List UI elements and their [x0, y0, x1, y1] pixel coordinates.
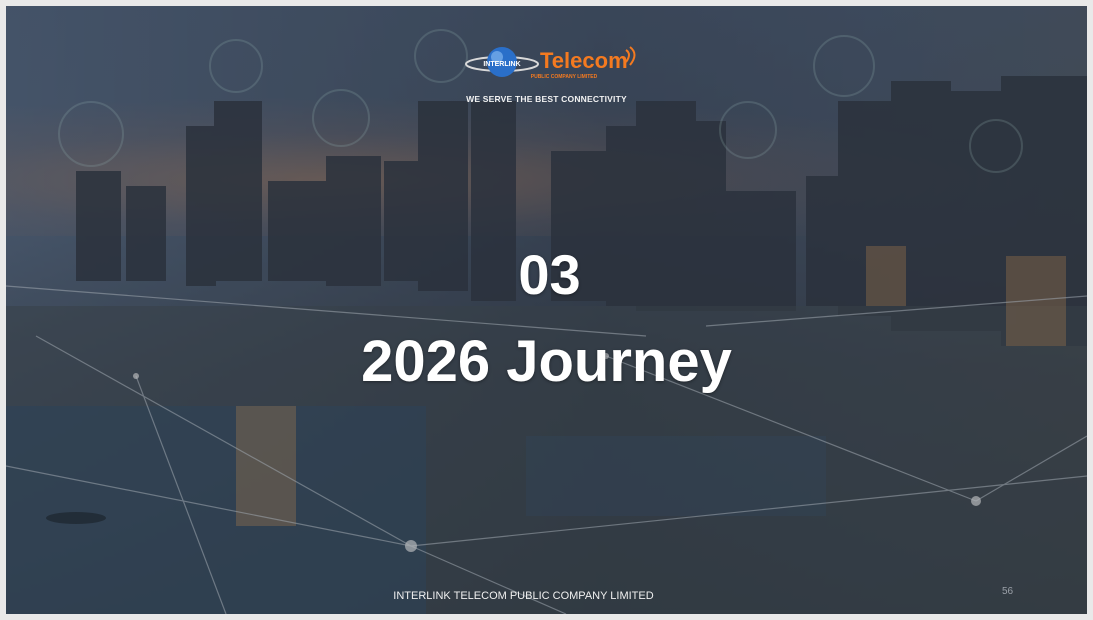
section-number: 03: [518, 243, 581, 306]
svg-text:PUBLIC COMPANY LIMITED: PUBLIC COMPANY LIMITED: [531, 74, 598, 80]
section-title: 2026 Journey: [361, 329, 732, 394]
page-number: 56: [1002, 586, 1014, 597]
company-tagline: WE SERVE THE BEST CONNECTIVITY: [466, 94, 627, 104]
svg-text:INTERLINK: INTERLINK: [483, 61, 520, 68]
presentation-slide: INTERLINK Telecom PUBLIC COMPANY LIMITED…: [6, 6, 1087, 614]
svg-text:Telecom: Telecom: [540, 48, 628, 73]
company-logo: INTERLINK Telecom PUBLIC COMPANY LIMITED: [465, 46, 636, 80]
slide-footer: INTERLINK TELECOM PUBLIC COMPANY LIMITED: [393, 590, 654, 602]
